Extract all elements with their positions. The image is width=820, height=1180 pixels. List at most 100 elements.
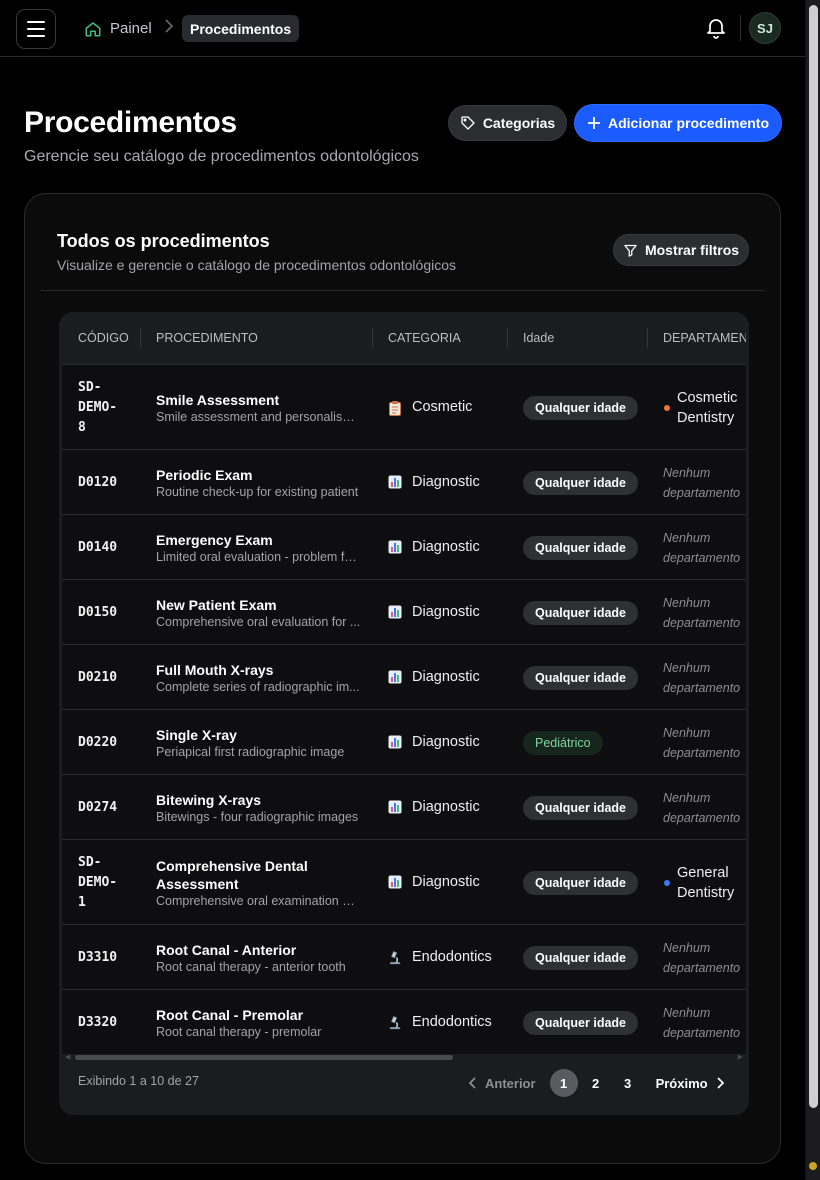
scroll-right-arrow-icon[interactable]: ▶ (738, 1053, 743, 1061)
categories-button[interactable]: Categorias (448, 105, 567, 141)
category-cell: Diagnostic (388, 604, 480, 620)
show-filters-button[interactable]: Mostrar filtros (613, 234, 749, 266)
procedure-code: D0274 (78, 798, 130, 818)
table-row[interactable]: D3320 Root Canal - Premolar Root canal the… (62, 989, 746, 1054)
topbar-divider (740, 15, 741, 41)
tag-icon (461, 116, 475, 130)
page-button-2[interactable]: 2 (582, 1069, 610, 1097)
column-header-department[interactable]: DEPARTAMENT (663, 312, 746, 364)
next-page-button[interactable]: Próximo (656, 1076, 724, 1091)
procedure-code: D3310 (78, 948, 130, 968)
table-row[interactable]: D3310 Root Canal - Anterior Root canal the… (62, 924, 746, 989)
procedure-cell[interactable]: Full Mouth X-rays Complete series of radi… (156, 661, 361, 695)
category-label: Diagnostic (412, 873, 480, 890)
top-bar: Painel Procedimentos SJ (0, 0, 805, 57)
microscope-icon (388, 950, 402, 964)
procedure-cell[interactable]: New Patient Exam Comprehensive oral evalu… (156, 596, 361, 630)
department-label-line: departamento (663, 485, 741, 500)
column-divider (372, 328, 373, 348)
microscope-icon (388, 1015, 402, 1029)
category-label: Diagnostic (412, 733, 480, 750)
category-cell: Diagnostic (388, 874, 480, 890)
page-button-3[interactable]: 3 (614, 1069, 642, 1097)
department-label-line: departamento (663, 680, 741, 695)
category-cell: Diagnostic (388, 539, 480, 555)
procedure-name: Assessment (156, 875, 239, 892)
chevron-right-icon (164, 19, 174, 36)
bell-icon[interactable] (704, 16, 728, 40)
procedure-cell[interactable]: Comprehensive Dental Assessment Comprehens… (156, 857, 361, 909)
procedure-code: D0220 (78, 733, 130, 753)
page-scrollbar-thumb[interactable] (809, 5, 818, 1108)
category-label: Diagnostic (412, 603, 480, 620)
horizontal-scrollbar-thumb[interactable] (75, 1055, 453, 1060)
chevron-right-icon (716, 1077, 724, 1089)
age-badge: Qualquer idade (523, 870, 638, 895)
breadcrumb-home[interactable]: Painel (80, 15, 162, 42)
age-badge: Qualquer idade (523, 1010, 638, 1035)
procedure-cell[interactable]: Smile Assessment Smile assessment and per… (156, 391, 361, 425)
department-label-line: departamento (663, 550, 741, 565)
column-header-category[interactable]: CATEGORIA (388, 312, 461, 364)
procedure-cell[interactable]: Single X-ray Periapical first radiographi… (156, 726, 361, 760)
table-row[interactable]: SD- DEMO- 8 Smile Assessment Smile assessmen… (62, 364, 746, 449)
breadcrumb-current[interactable]: Procedimentos (182, 15, 300, 42)
procedure-cell[interactable]: Bitewing X-rays Bitewings - four radiogra… (156, 791, 361, 825)
previous-page-label: Anterior (485, 1075, 536, 1091)
procedure-code: D0120 (78, 473, 130, 493)
bar-chart-icon (388, 475, 402, 489)
procedure-code-line: DEMO- (78, 399, 118, 415)
procedure-code-line: D3310 (78, 949, 118, 965)
table-row[interactable]: SD- DEMO- 1 Comprehensive Dental Assessment C… (62, 839, 746, 924)
horizontal-scrollbar[interactable]: ◀ ▶ (63, 1051, 745, 1063)
column-header-procedure[interactable]: PROCEDIMENTO (156, 312, 258, 364)
department-label-line: Nenhum (663, 660, 711, 675)
age-badge: Pediátrico (523, 730, 603, 755)
table-row[interactable]: D0274 Bitewing X-rays Bitewings - four rad… (62, 774, 746, 839)
department-cell: Nenhum departamento (663, 593, 746, 633)
procedure-code-line: D0220 (78, 734, 118, 750)
add-procedure-button[interactable]: Adicionar procedimento (575, 105, 781, 141)
column-header-code[interactable]: CÓDIGO (78, 312, 129, 364)
table-row[interactable]: D0210 Full Mouth X-rays Complete series of… (62, 644, 746, 709)
department-cell: Nenhum departamento (663, 1003, 746, 1043)
pagination: Anterior 1 2 3 Próximo (469, 1068, 724, 1098)
department-label-line: General (677, 864, 729, 881)
scroll-left-arrow-icon[interactable]: ◀ (65, 1053, 70, 1061)
department-label-line: departamento (663, 810, 741, 825)
age-badge: Qualquer idade (523, 945, 638, 970)
procedure-cell[interactable]: Emergency Exam Limited oral evaluation - … (156, 531, 361, 565)
table-row[interactable]: D0150 New Patient Exam Comprehensive oral … (62, 579, 746, 644)
procedure-code: D0210 (78, 668, 130, 688)
department-label-line: Dentistry (677, 884, 735, 901)
department-color-dot (664, 404, 670, 411)
department-label-line: Nenhum (663, 1005, 711, 1020)
procedure-description: Root canal therapy - anterior tooth (156, 959, 346, 974)
menu-button[interactable] (16, 9, 56, 49)
age-badge: Qualquer idade (523, 600, 638, 625)
table-row[interactable]: D0140 Emergency Exam Limited oral evaluati… (62, 514, 746, 579)
previous-page-button[interactable]: Anterior (469, 1076, 536, 1091)
table-row[interactable]: D0120 Periodic Exam Routine check-up for e… (62, 449, 746, 514)
procedures-table: CÓDIGO PROCEDIMENTO CATEGORIA Idade DEPA… (59, 312, 749, 1115)
procedure-description: Comprehensive oral evaluation for ... (156, 614, 361, 629)
table-row[interactable]: D0220 Single X-ray Periapical first radiog… (62, 709, 746, 774)
bar-chart-icon (388, 875, 402, 889)
procedure-description: Complete series of radiographic im... (156, 679, 360, 694)
department-label-line: Dentistry (677, 409, 735, 426)
procedure-description: Periapical first radiographic image (156, 744, 345, 759)
procedure-description: Limited oral evaluation - problem fo... (156, 549, 361, 564)
page-scrollbar[interactable] (805, 0, 820, 1180)
avatar[interactable]: SJ (749, 12, 781, 44)
procedure-cell[interactable]: Periodic Exam Routine check-up for existi… (156, 466, 361, 500)
category-cell: Diagnostic (388, 734, 480, 750)
page-button-1[interactable]: 1 (549, 1069, 578, 1097)
procedure-cell[interactable]: Root Canal - Premolar Root canal therapy … (156, 1006, 361, 1040)
procedure-cell[interactable]: Root Canal - Anterior Root canal therapy … (156, 941, 361, 975)
card-title: Todos os procedimentos (57, 231, 270, 251)
category-label: Endodontics (412, 948, 492, 965)
bar-chart-icon (388, 800, 402, 814)
column-divider (647, 328, 648, 348)
column-header-age[interactable]: Idade (523, 312, 554, 364)
menu-icon-line (27, 21, 45, 23)
